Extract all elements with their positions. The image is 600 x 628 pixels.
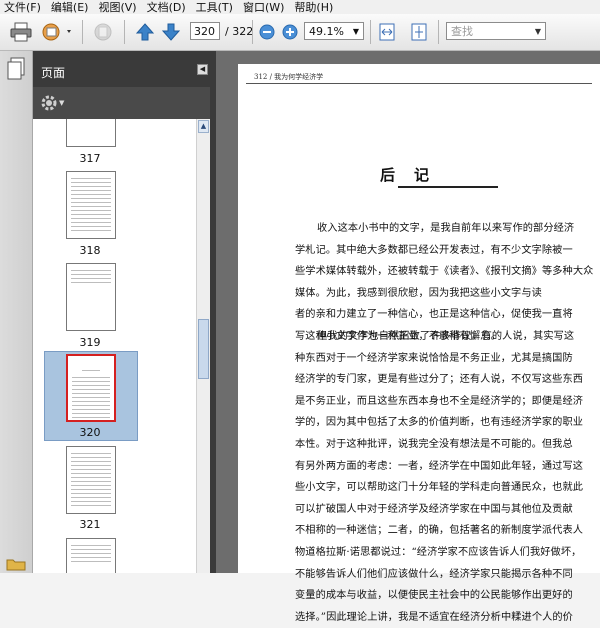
menu-edit[interactable]: 编辑(E) — [47, 0, 95, 15]
print-button[interactable] — [8, 20, 34, 44]
page-number-input[interactable]: 320 — [190, 22, 220, 40]
text-line: 者的亲和力建立了一种信心，也正是这种信心，促使我一直将 — [295, 309, 573, 321]
text-line: 媒体。为此，我感到很欣慰，因为我把这些小文字与读 — [295, 287, 542, 299]
text-line: 些小文字，可以帮助这门十分年轻的学科走向普通民众，也就此 — [295, 482, 584, 494]
text-line: 可以扩破国人中对于经济学及经济学家在中国与其他位及贡献 — [295, 503, 573, 515]
thumbnail-label: 317 — [79, 152, 101, 165]
toolbar-separator — [370, 20, 371, 44]
previous-page-button[interactable] — [134, 20, 156, 44]
search-input[interactable]: 查找 ▼ — [446, 22, 546, 40]
text-line: 本性。对于这种批评，说我完全没有想法是不可能的。但我总 — [295, 438, 573, 450]
arrow-down-icon — [161, 23, 181, 41]
panel-title: 页面 — [41, 66, 66, 80]
arrow-up-icon — [135, 23, 155, 41]
fit-width-button[interactable] — [376, 20, 398, 44]
text-line: 物道格拉斯·诺思都说过：“经济学家不应该告诉人们我好做坏， — [295, 546, 582, 558]
zoom-level-select[interactable]: 49.1% ▼ — [304, 22, 364, 40]
panel-options-button[interactable]: ▼ — [41, 95, 64, 111]
text-line: 些学术媒体转载外，还被转载于《读者》、《报刊文摘》等多种大众 — [295, 266, 594, 278]
paragraph-2: 但我的文字也自然招致了许多非议。有的人说，其实写这 种东西对于一个经济学家来说恰… — [295, 326, 595, 628]
fit-page-button[interactable] — [408, 20, 430, 44]
toolbar-separator — [252, 20, 253, 44]
chevron-up-icon: ▲ — [200, 122, 207, 130]
zoom-in-icon — [282, 24, 298, 40]
zoom-out-icon — [259, 24, 275, 40]
chevron-down-icon: ▼ — [59, 99, 65, 107]
thumbnail-label: 321 — [79, 518, 101, 531]
page-thumbnail[interactable] — [66, 119, 116, 147]
next-page-button[interactable] — [160, 20, 182, 44]
text-line: 经济学的专门家，更是有些过分了；还有人说，不仅写这些东西 — [295, 374, 584, 386]
zoom-in-button[interactable] — [281, 20, 299, 44]
scroll-thumb[interactable] — [198, 319, 209, 379]
document-tool-icon — [94, 23, 112, 41]
collapse-panel-button[interactable]: ◀ — [197, 64, 208, 75]
text-line: 不能够告诉人们他们应该做什么，经济学家只能揭示各种不同 — [295, 568, 573, 580]
text-line: 种东西对于一个经济学家来说恰恰是不务正业，尤其是搞国防 — [295, 352, 573, 364]
menu-file[interactable]: 文件(F) — [0, 0, 47, 15]
section-heading: 后 记 — [380, 166, 432, 184]
menu-help[interactable]: 帮助(H) — [290, 0, 339, 15]
gear-icon — [41, 95, 57, 111]
thumbnail-label: 319 — [79, 336, 101, 349]
text-line: 收入这本小书中的文字，是我自前年以来写作的部分经济 — [317, 223, 575, 234]
share-button[interactable] — [40, 20, 76, 44]
folder-icon — [6, 559, 26, 571]
header-rule — [246, 83, 592, 84]
toolbar-separator — [82, 20, 83, 44]
thumbnail-scrollbar[interactable]: ▲ — [196, 119, 211, 573]
text-line: 学的，因为其中包括了太多的价值判断，也有违经济学家的职业 — [295, 417, 584, 429]
pages-panel-button[interactable] — [6, 57, 26, 84]
text-line: 选择。”因此理论上讲，我是不适宜在经济分析中糅进个人的价 — [295, 611, 573, 623]
menu-tools[interactable]: 工具(T) — [192, 0, 239, 15]
text-line: 但我的文字也自然招致了许多非议。有的人说，其实写这 — [317, 331, 575, 342]
toolbar-separator — [438, 20, 439, 44]
chevron-down-icon: ▼ — [534, 26, 541, 36]
fit-page-icon — [411, 23, 427, 41]
toolbar-separator — [124, 20, 125, 44]
menu-bar: 文件(F) 编辑(E) 视图(V) 文档(D) 工具(T) 窗口(W) 帮助(H… — [0, 0, 600, 14]
search-placeholder: 查找 — [451, 25, 473, 38]
page-thumbnail[interactable] — [66, 171, 116, 239]
toolbar: 320 / 322 49.1% ▼ 查找 ▼ — [0, 14, 600, 51]
page-total: / 322 — [225, 25, 254, 38]
menu-view[interactable]: 视图(V) — [94, 0, 142, 15]
fit-width-icon — [379, 23, 395, 41]
page-thumbnail-current[interactable] — [66, 354, 116, 422]
heading-underline — [398, 186, 498, 188]
thumbnail-label: 318 — [79, 244, 101, 257]
text-line: 有另外两方面的考虑：一者，经济学在中国如此年轻，通过写这 — [295, 460, 584, 472]
text-line: 学札记。其中绝大多数都已经公开发表过，有不少文字除被一 — [295, 244, 573, 256]
text-line: 不相称的一种迷信；二者，的确，包括著名的新制度学派代表人 — [295, 525, 584, 537]
zoom-level-value: 49.1% — [309, 24, 344, 38]
page-thumbnail[interactable] — [66, 538, 116, 573]
text-line: 变量的成本与收益，以便使民主社会中的公民能够作出更好的 — [295, 590, 573, 602]
pages-panel-header: 页面 ◀ — [33, 51, 216, 87]
thumbnail-label: 320 — [79, 426, 101, 439]
disabled-tool-button[interactable] — [90, 20, 116, 44]
attachments-panel-button[interactable] — [6, 557, 26, 574]
scroll-up-button[interactable]: ▲ — [198, 120, 209, 133]
chevron-left-icon: ◀ — [199, 65, 206, 73]
menu-window[interactable]: 窗口(W) — [239, 0, 290, 15]
running-header: 312 / 我为何学经济学 — [254, 73, 324, 81]
panel-options-bar: ▼ — [33, 87, 216, 119]
menu-document[interactable]: 文档(D) — [143, 0, 192, 15]
page-thumbnails: 317 318 319 320 321 — [33, 119, 196, 573]
zoom-out-button[interactable] — [258, 20, 276, 44]
chevron-down-icon: ▼ — [352, 26, 359, 36]
printer-icon — [10, 22, 32, 42]
page-thumbnail[interactable] — [66, 446, 116, 514]
share-icon — [42, 23, 71, 41]
navigation-strip — [0, 51, 33, 573]
pages-icon — [7, 57, 25, 80]
page-thumbnail[interactable] — [66, 263, 116, 331]
text-line: 是不务正业，而且这些东西本身也不全是经济学的；即便是经济 — [295, 395, 584, 407]
